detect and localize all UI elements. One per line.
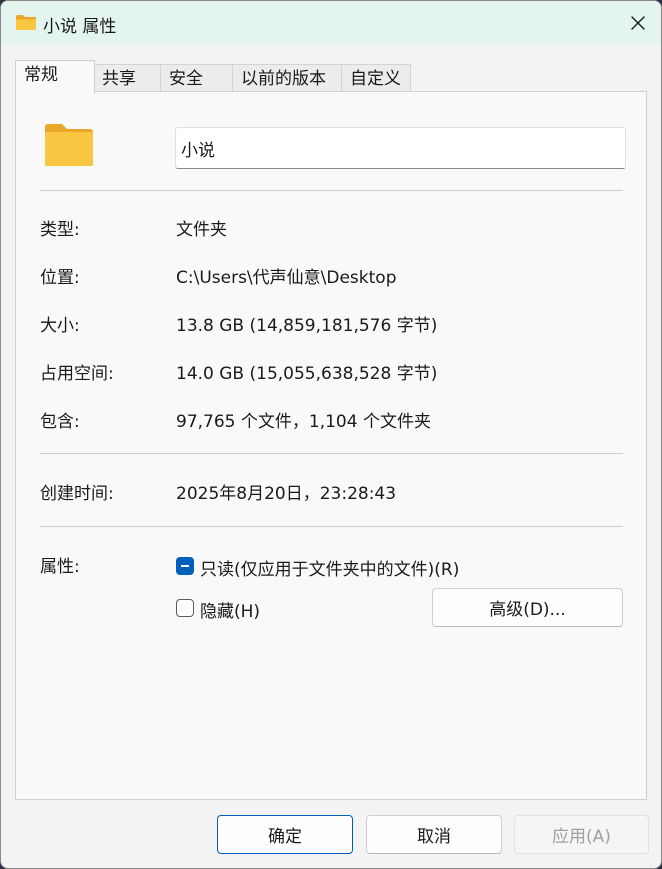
general-tab-panel: 类型: 文件夹 位置: C:\Users\代声仙意\Desktop 大小: 13… <box>15 91 647 800</box>
tab-customize-label: 自定义 <box>350 69 401 89</box>
close-icon <box>631 16 645 30</box>
size-label: 大小: <box>40 316 80 336</box>
contains-label: 包含: <box>40 412 80 432</box>
title-bar[interactable]: 小说 属性 <box>1 1 661 45</box>
advanced-button[interactable]: 高级(D)... <box>432 588 623 627</box>
hidden-checkbox-label[interactable]: 隐藏(H) <box>200 597 260 622</box>
cancel-button[interactable]: 取消 <box>366 815 502 854</box>
size-on-disk-value: 14.0 GB (15,055,638,528 字节) <box>176 364 438 384</box>
apply-button[interactable]: 应用(A) <box>514 815 649 854</box>
tab-strip: 常规 共享 安全 以前的版本 自定义 <box>15 60 649 93</box>
tab-sharing-label: 共享 <box>102 69 136 89</box>
close-button[interactable] <box>615 1 661 45</box>
tab-sharing[interactable]: 共享 <box>93 64 162 92</box>
readonly-checkbox[interactable] <box>176 557 194 575</box>
hidden-checkbox[interactable] <box>176 599 194 617</box>
tab-security-label: 安全 <box>169 69 203 89</box>
contains-value: 97,765 个文件，1,104 个文件夹 <box>176 412 431 432</box>
window-title: 小说 属性 <box>43 17 117 37</box>
created-value: 2025年8月20日，23:28:43 <box>176 484 397 504</box>
type-value: 文件夹 <box>176 220 227 240</box>
location-value: C:\Users\代声仙意\Desktop <box>176 268 397 288</box>
tab-previous-versions[interactable]: 以前的版本 <box>232 64 343 92</box>
tab-general-label: 常规 <box>24 65 58 85</box>
divider <box>40 190 623 191</box>
size-value: 13.8 GB (14,859,181,576 字节) <box>176 316 438 336</box>
divider <box>40 526 623 527</box>
location-label: 位置: <box>40 268 80 288</box>
size-on-disk-label: 占用空间: <box>40 364 114 384</box>
created-label: 创建时间: <box>40 484 114 504</box>
tab-previous-versions-label: 以前的版本 <box>241 69 326 89</box>
folder-icon <box>45 124 93 166</box>
folder-name-input[interactable] <box>175 127 626 169</box>
folder-icon <box>16 15 36 30</box>
tab-security[interactable]: 安全 <box>160 64 234 92</box>
ok-button[interactable]: 确定 <box>217 815 353 854</box>
tab-general[interactable]: 常规 <box>15 60 95 93</box>
attributes-label: 属性: <box>40 557 80 577</box>
tab-customize[interactable]: 自定义 <box>341 64 411 92</box>
properties-dialog: 小说 属性 常规 共享 安全 以前的版本 自定义 类型: 文件夹 位置: C:\… <box>0 0 662 869</box>
divider <box>40 453 623 454</box>
readonly-checkbox-label[interactable]: 只读(仅应用于文件夹中的文件)(R) <box>200 555 459 580</box>
type-label: 类型: <box>40 220 80 240</box>
